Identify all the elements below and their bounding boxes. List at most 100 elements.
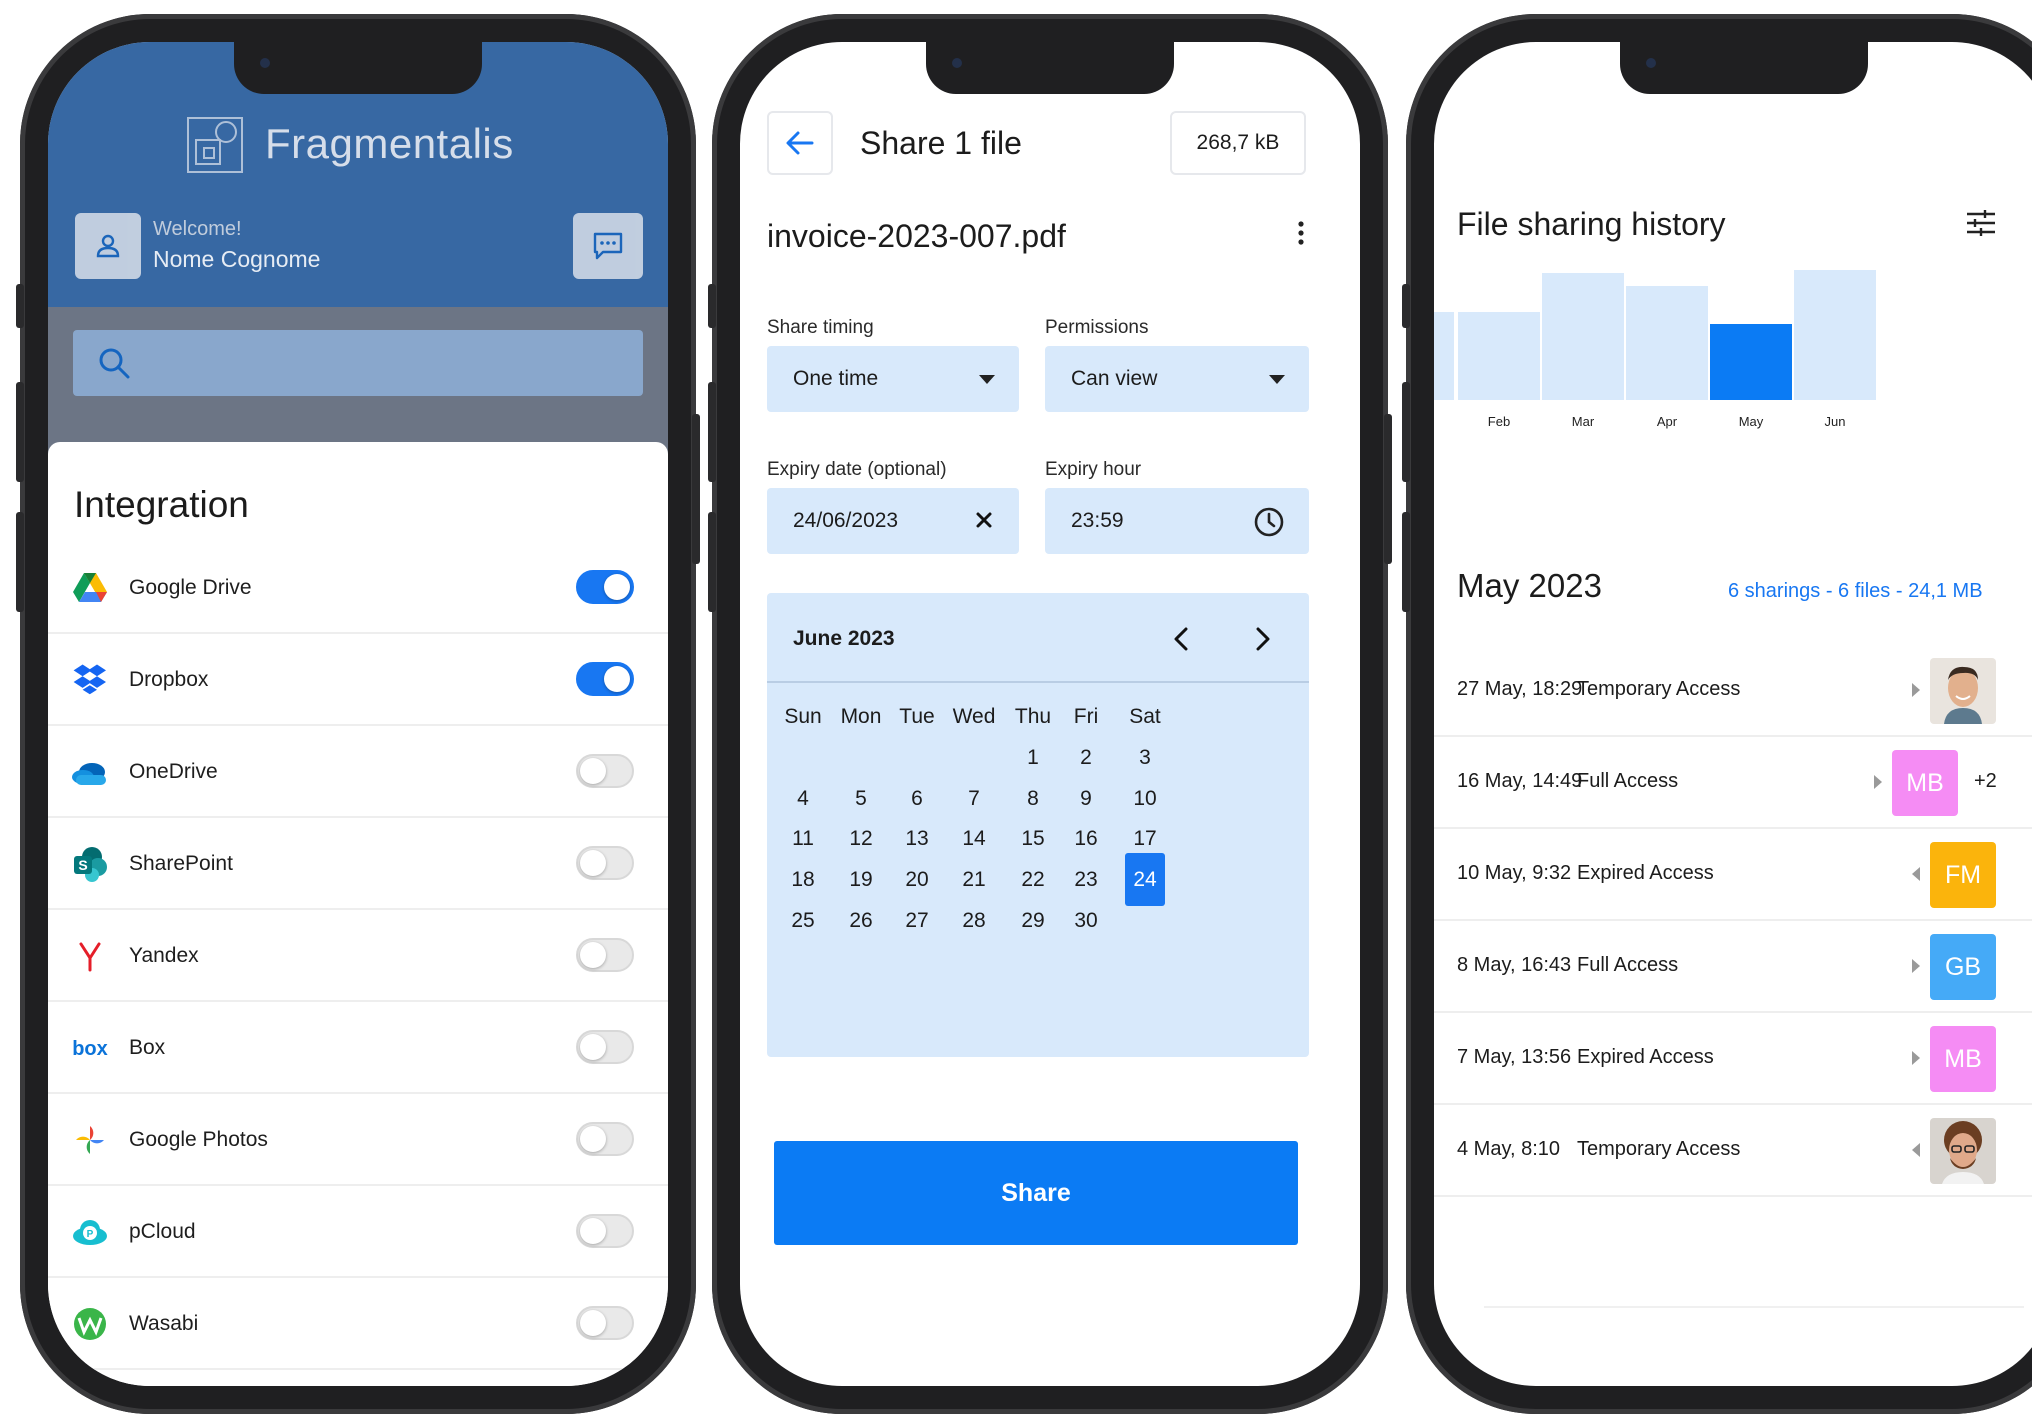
history-row[interactable]: 7 May, 13:56 Expired Access MB [1434,1013,2032,1105]
integration-toggle[interactable] [576,570,634,604]
integration-row[interactable]: Google Photos [48,1094,668,1186]
expiry-hour-field[interactable]: 23:59 [1045,488,1309,554]
calendar-day[interactable]: 19 [831,868,891,892]
calendar-day[interactable]: 1 [1003,746,1063,770]
calendar-day[interactable]: 9 [1056,787,1116,811]
integration-row[interactable]: PpCloud [48,1186,668,1278]
caret-right-icon[interactable] [1912,1051,1920,1065]
clear-icon[interactable] [973,509,995,531]
integration-toggle[interactable] [576,1122,634,1156]
calendar-day[interactable]: 25 [773,909,833,933]
calendar-day[interactable]: 28 [944,909,1004,933]
calendar-day[interactable]: 16 [1056,827,1116,851]
integration-toggle[interactable] [576,754,634,788]
calendar-day[interactable]: 18 [773,868,833,892]
month-summary[interactable]: 6 sharings - 6 files - 24,1 MB [1728,580,1983,603]
caret-left-icon[interactable] [1912,867,1920,881]
integration-row[interactable]: Dropbox [48,634,668,726]
chart-bar[interactable] [1794,270,1876,400]
calendar-day[interactable]: 10 [1115,787,1175,811]
calendar-day[interactable]: 27 [887,909,947,933]
permissions-select[interactable]: Can view [1045,346,1309,412]
calendar-day[interactable]: 29 [1003,909,1063,933]
history-row[interactable]: 8 May, 16:43 Full Access GB [1434,921,2032,1013]
caret-right-icon[interactable] [1874,775,1882,789]
calendar-day[interactable]: 15 [1003,827,1063,851]
chart-category-label: May [1739,414,1764,429]
history-datetime: 27 May, 18:29 [1457,678,1583,700]
expiry-date-field[interactable]: 24/06/2023 [767,488,1019,554]
history-datetime: 7 May, 13:56 [1457,1046,1572,1068]
share-button[interactable]: Share [774,1141,1298,1245]
month-title: May 2023 [1457,567,1602,604]
chart-bar[interactable] [1542,273,1624,400]
integration-toggle[interactable] [576,1030,634,1064]
chevron-left-icon[interactable] [1171,626,1191,652]
weekday-header: Tue [899,705,935,728]
calendar-day[interactable]: 3 [1115,746,1175,770]
integration-toggle[interactable] [576,1214,634,1248]
history-row[interactable]: 10 May, 9:32 Expired Access FM [1434,829,2032,921]
filter-sliders-icon[interactable] [1966,210,1996,236]
messages-button[interactable] [573,213,643,279]
calendar-day[interactable]: 6 [887,787,947,811]
screen-share-file: Share 1 file 268,7 kB invoice-2023-007.p… [740,42,1360,1386]
calendar-day[interactable]: 4 [773,787,833,811]
history-row[interactable]: 16 May, 14:49 Full Access MB +2 [1434,737,2032,829]
calendar-day[interactable]: 11 [773,827,833,851]
calendar-day[interactable]: 30 [1056,909,1116,933]
calendar-day[interactable]: 22 [1003,868,1063,892]
calendar-day[interactable]: 13 [887,827,947,851]
arrow-left-icon [786,131,814,155]
integration-row[interactable]: S SharePoint [48,818,668,910]
calendar-day[interactable]: 17 [1115,827,1175,851]
caret-right-icon[interactable] [1912,683,1920,697]
history-row[interactable]: 4 May, 8:10 Temporary Access [1434,1105,2032,1197]
caret-down-icon [979,375,995,384]
username: Nome Cognome [153,246,321,272]
calendar-day[interactable]: 20 [887,868,947,892]
history-row[interactable]: 27 May, 18:29 Temporary Access [1434,645,2032,737]
history-datetime: 8 May, 16:43 [1457,954,1572,976]
integration-toggle[interactable] [576,662,634,696]
sheet-title: Integration [74,484,249,525]
avatar-photo [1930,658,1996,724]
calendar-day[interactable]: 8 [1003,787,1063,811]
dropbox-icon [70,660,110,700]
calendar-day[interactable]: 2 [1056,746,1116,770]
calendar-day-selected[interactable]: 24 [1125,853,1165,907]
caret-right-icon[interactable] [1912,959,1920,973]
share-timing-select[interactable]: One time [767,346,1019,412]
integration-row[interactable]: OneDrive [48,726,668,818]
integration-row[interactable]: Wasabi [48,1278,668,1370]
integration-label: OneDrive [129,760,218,783]
integration-toggle[interactable] [576,1306,634,1340]
back-button[interactable] [767,111,833,175]
more-vert-icon[interactable] [1296,220,1306,246]
integration-row[interactable]: Google Drive [48,542,668,634]
user-avatar[interactable] [75,213,141,279]
search-input[interactable] [73,330,643,396]
chart-bar[interactable] [1710,324,1792,400]
calendar-day[interactable]: 23 [1056,868,1116,892]
chart-bar[interactable] [1626,286,1708,400]
integration-toggle[interactable] [576,938,634,972]
integration-label: Yandex [129,944,199,967]
calendar-day[interactable]: 12 [831,827,891,851]
calendar-day[interactable]: 21 [944,868,1004,892]
google-photos-icon [70,1120,110,1160]
clock-icon[interactable] [1253,506,1285,538]
integration-toggle[interactable] [576,846,634,880]
integration-row[interactable]: box Box [48,1002,668,1094]
chart-category-label: Feb [1488,414,1510,429]
calendar-day[interactable]: 26 [831,909,891,933]
calendar-day[interactable]: 14 [944,827,1004,851]
calendar-day[interactable]: 5 [831,787,891,811]
caret-left-icon[interactable] [1912,1143,1920,1157]
chart-bar[interactable] [1458,312,1540,400]
app-title: Fragmentalis [265,120,514,167]
integration-row[interactable]: Yandex [48,910,668,1002]
calendar-day[interactable]: 7 [944,787,1004,811]
expiry-date-label: Expiry date (optional) [767,459,947,480]
chevron-right-icon[interactable] [1253,626,1273,652]
